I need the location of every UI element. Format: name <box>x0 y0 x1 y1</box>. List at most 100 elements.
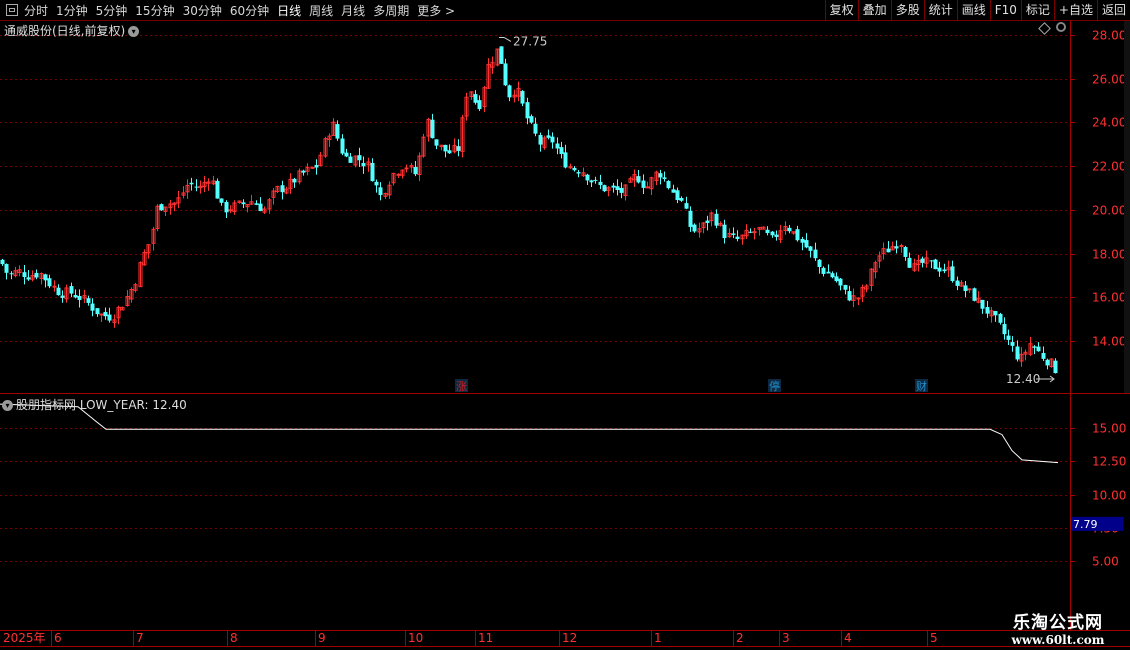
stock-title[interactable]: 通威股份(日线,前复权) ▾ <box>4 22 140 39</box>
candle-body <box>787 227 792 232</box>
candle-body <box>348 156 353 163</box>
chevron-down-icon[interactable]: ▾ <box>128 26 140 37</box>
candle-body <box>671 189 676 193</box>
candle-body <box>998 313 1003 323</box>
candle-body <box>1045 359 1050 366</box>
candle-body <box>77 295 82 301</box>
candle-body <box>0 259 5 265</box>
price-tick-label: 16.00 <box>1092 291 1126 305</box>
month-label: 3 <box>782 631 790 645</box>
candle-body <box>477 100 482 110</box>
candle-body <box>90 303 95 311</box>
candle-body <box>804 240 809 248</box>
candle-body <box>52 285 57 288</box>
candle-body <box>838 278 843 286</box>
price-tick-label: 20.00 <box>1092 204 1126 218</box>
candle-body <box>374 181 379 186</box>
candle-body <box>529 116 534 123</box>
candle-body <box>396 173 401 176</box>
indicator-tick-label: 12.50 <box>1092 455 1126 469</box>
candle-body <box>1041 352 1046 359</box>
candle-body <box>692 224 697 232</box>
watermark-title: 乐淘公式网 <box>1013 613 1103 633</box>
candle-body <box>378 187 383 195</box>
candle-body <box>224 201 229 213</box>
candle-body <box>950 266 955 282</box>
candle-body <box>34 272 39 278</box>
candle-body <box>684 203 689 209</box>
candle-body <box>559 147 564 154</box>
candle-body <box>1032 346 1037 348</box>
candle-body <box>73 295 78 298</box>
candle-body <box>555 143 560 149</box>
candle-body <box>722 224 727 239</box>
candle-body <box>538 135 543 145</box>
candle-body <box>826 271 831 274</box>
stock-title-label: 通威股份(日线,前复权) <box>4 24 126 38</box>
candle-body <box>808 246 813 251</box>
indicator-title[interactable]: ▾ 股朋指标网 LOW_YEAR: 12.40 <box>2 396 187 413</box>
candle-body <box>525 102 530 119</box>
candle-body <box>611 185 616 188</box>
event-marker-0: 涨 <box>456 380 467 393</box>
candle-body <box>159 204 164 211</box>
candle-body <box>856 297 861 300</box>
candle-body <box>813 249 818 259</box>
candle-body <box>26 277 31 280</box>
candle-body <box>748 231 753 233</box>
candle-body <box>963 285 968 292</box>
candle-body <box>430 119 435 139</box>
candle-body <box>107 314 112 321</box>
year-label: 2025年 <box>3 631 46 645</box>
candle-body <box>714 213 719 226</box>
settings-circle-icon[interactable]: ● <box>1056 22 1066 32</box>
high-price-label: 27.75 <box>513 34 547 48</box>
candle-body <box>447 150 452 154</box>
candle-body <box>241 202 246 205</box>
candle-body <box>344 152 349 157</box>
candle-body <box>576 172 581 174</box>
price-tick-label: 14.00 <box>1092 335 1126 349</box>
candle-body <box>907 257 912 268</box>
candle-body <box>645 186 650 189</box>
candle-body <box>550 136 555 143</box>
month-label: 7 <box>136 631 144 645</box>
candle-body <box>972 288 977 301</box>
candle-body <box>705 220 710 223</box>
candle-body <box>456 146 461 151</box>
candle-body <box>443 144 448 152</box>
price-tick-label: 28.00 <box>1092 29 1126 43</box>
candle-body <box>47 278 52 287</box>
candle-body <box>1002 324 1007 335</box>
candle-body <box>370 163 375 182</box>
candle-body <box>636 176 641 183</box>
kline-chart[interactable]: 28.00 26.00 24.00 22.00 20.00 18.00 16.00 14.00… <box>0 0 1130 650</box>
candle-body <box>985 307 990 314</box>
candle-body <box>56 287 61 296</box>
candle-body <box>675 190 680 201</box>
candle-body <box>641 180 646 188</box>
month-label: 5 <box>930 631 938 645</box>
candle-body <box>800 238 805 243</box>
high-marker-arrow <box>499 36 512 42</box>
candle-body <box>194 186 199 188</box>
price-tick-label: 22.00 <box>1092 160 1126 174</box>
candle-body <box>834 276 839 282</box>
candle-body <box>86 298 91 303</box>
candle-body <box>980 299 985 309</box>
candle-body <box>615 186 620 190</box>
candle-body <box>9 273 14 275</box>
candle-body <box>795 229 800 241</box>
candle-body <box>955 280 960 286</box>
candle-body <box>219 198 224 203</box>
candle-body <box>335 124 340 139</box>
month-label: 12 <box>562 631 577 645</box>
price-tick-label: 26.00 <box>1092 73 1126 87</box>
chevron-down-icon[interactable]: ▾ <box>2 400 13 411</box>
candle-body <box>967 288 972 291</box>
month-label: 4 <box>844 631 852 645</box>
candle-body <box>520 91 525 104</box>
candle-body <box>1010 342 1015 346</box>
month-label: 8 <box>230 631 238 645</box>
candle-body <box>765 229 770 234</box>
